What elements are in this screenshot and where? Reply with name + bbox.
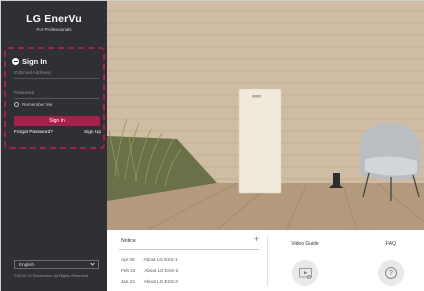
hero-illustration <box>107 1 424 230</box>
bottom-panel: Notice + Apr 06 About LG ESS-1 Feb 23 Ab… <box>107 230 424 291</box>
notice-date: Jan 24 <box>121 279 135 284</box>
faq-label: FAQ <box>385 241 396 247</box>
notice-item-title: About LG ESS-3 <box>143 279 178 284</box>
brand-title: LG EnerVu <box>26 13 82 25</box>
chevron-down-icon <box>90 261 95 266</box>
login-title: Sign In <box>12 57 47 66</box>
email-field[interactable] <box>14 67 99 79</box>
notice-item[interactable]: Feb 23 About LG ESS-2 <box>121 268 178 273</box>
ess-battery-unit <box>238 88 282 194</box>
app-frame: LG EnerVu For Professionals Sign In Reme… <box>0 0 424 291</box>
notice-date: Feb 23 <box>121 268 136 273</box>
sign-up-link[interactable]: Sign Up <box>84 130 101 135</box>
signin-icon <box>12 58 19 65</box>
checkbox-icon <box>14 102 19 107</box>
forgot-password-link[interactable]: Forgot Password? <box>14 130 53 135</box>
video-guide-icon[interactable] <box>292 260 318 286</box>
remember-me-label: Remember Me <box>22 102 53 107</box>
video-guide-section[interactable]: Video Guide <box>275 230 335 291</box>
notice-date: Apr 06 <box>121 257 135 262</box>
notice-section: Notice + Apr 06 About LG ESS-1 Feb 23 Ab… <box>117 230 261 291</box>
language-select[interactable]: English <box>14 260 99 269</box>
plus-icon[interactable]: + <box>254 235 259 244</box>
login-title-label: Sign In <box>22 57 47 66</box>
video-icon <box>298 267 312 279</box>
question-icon: ? <box>385 267 397 279</box>
notice-item-title: About LG ESS-2 <box>144 268 179 273</box>
hero-image <box>107 1 424 230</box>
notice-title: Notice <box>121 238 136 244</box>
password-field[interactable] <box>14 87 99 99</box>
sidebar: LG EnerVu For Professionals Sign In Reme… <box>1 1 107 291</box>
notice-item[interactable]: Jan 24 About LG ESS-3 <box>121 279 178 284</box>
faq-section[interactable]: FAQ ? <box>361 230 421 291</box>
remember-me-checkbox[interactable]: Remember Me <box>14 102 52 107</box>
notice-item-title: About LG ESS-1 <box>143 257 178 262</box>
faq-icon-wrapper[interactable]: ? <box>378 260 404 286</box>
brand-subtitle: For Professionals <box>36 27 72 32</box>
notice-divider <box>119 249 259 250</box>
video-guide-label: Video Guide <box>291 241 319 247</box>
section-divider <box>267 236 268 286</box>
sign-in-button[interactable]: Sign In <box>14 116 100 126</box>
notice-item[interactable]: Apr 06 About LG ESS-1 <box>121 257 178 262</box>
language-value: English <box>19 262 35 267</box>
copyright: ©2018 LG Electronics. All Rights Reserve… <box>14 273 90 278</box>
